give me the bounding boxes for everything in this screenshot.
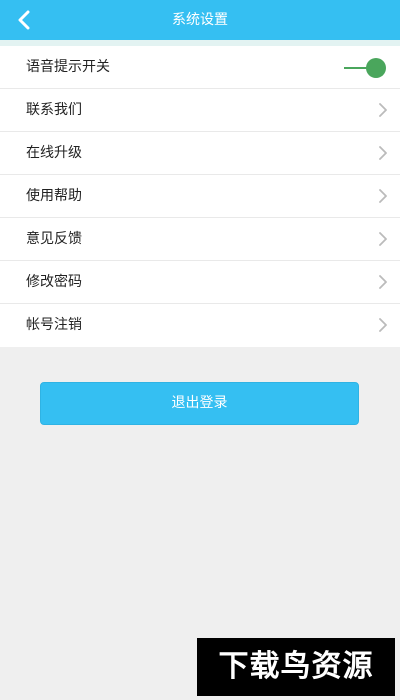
settings-item-label: 帐号注销 <box>26 317 82 333</box>
page-title: 系统设置 <box>172 12 228 28</box>
chevron-right-icon <box>379 146 387 160</box>
toggle-knob <box>366 58 386 78</box>
settings-item-label: 联系我们 <box>26 102 82 118</box>
settings-item-contact-us[interactable]: 联系我们 <box>0 89 400 132</box>
settings-item-voice-toggle: 语音提示开关 <box>0 46 400 89</box>
settings-item-label: 在线升级 <box>26 145 82 161</box>
settings-item-label: 修改密码 <box>26 274 82 290</box>
logout-button[interactable]: 退出登录 <box>40 382 359 425</box>
chevron-right-icon <box>379 275 387 289</box>
settings-item-online-upgrade[interactable]: 在线升级 <box>0 132 400 175</box>
settings-item-feedback[interactable]: 意见反馈 <box>0 218 400 261</box>
voice-prompt-toggle[interactable] <box>342 58 386 78</box>
chevron-right-icon <box>379 189 387 203</box>
chevron-right-icon <box>379 318 387 332</box>
settings-item-label: 语音提示开关 <box>26 59 110 75</box>
top-bar: 系统设置 <box>0 0 400 40</box>
settings-item-delete-account[interactable]: 帐号注销 <box>0 304 400 347</box>
chevron-right-icon <box>379 103 387 117</box>
settings-item-label: 使用帮助 <box>26 188 82 204</box>
settings-item-help[interactable]: 使用帮助 <box>0 175 400 218</box>
watermark-logo: 下载鸟资源 <box>197 638 395 696</box>
chevron-right-icon <box>379 232 387 246</box>
settings-item-label: 意见反馈 <box>26 231 82 247</box>
settings-item-change-password[interactable]: 修改密码 <box>0 261 400 304</box>
settings-list: 语音提示开关 联系我们 在线升级 使用帮助 意见反馈 修改密码 帐号注销 <box>0 46 400 347</box>
